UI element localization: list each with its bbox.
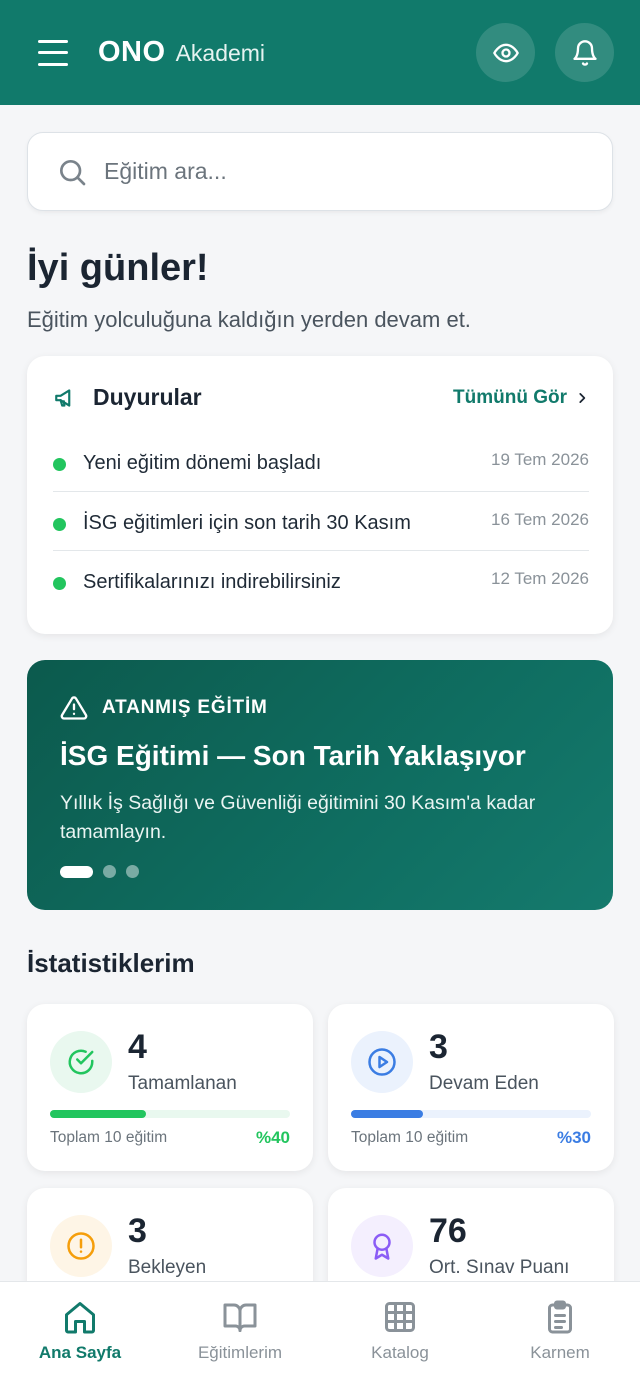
stat-icon-wrap bbox=[50, 1215, 112, 1277]
nav-label: Eğitimlerim bbox=[197, 1343, 283, 1362]
progress-bar bbox=[50, 1110, 290, 1118]
search-bar[interactable] bbox=[27, 132, 613, 211]
progress-fill bbox=[351, 1110, 423, 1118]
stat-label: Bekleyen bbox=[128, 1257, 207, 1278]
stat-icon-wrap bbox=[50, 1031, 112, 1093]
stat-icon-wrap bbox=[351, 1031, 413, 1093]
divider bbox=[53, 491, 589, 492]
announcement-date: 16 Tem 2026 bbox=[491, 510, 589, 529]
nav-label: Katalog bbox=[371, 1343, 429, 1362]
brand-logo[interactable]: ONO Akademi bbox=[98, 36, 265, 69]
nav-item-home[interactable]: Ana Sayfa bbox=[0, 1282, 160, 1385]
visibility-button[interactable] bbox=[476, 23, 535, 82]
status-dot bbox=[53, 518, 66, 531]
see-all-link[interactable]: Tümünü Gör bbox=[453, 387, 589, 409]
stat-total: Toplam 10 eğitim bbox=[50, 1129, 168, 1146]
stat-value: 4 bbox=[128, 1028, 147, 1066]
stat-label: Tamamlanan bbox=[128, 1073, 237, 1094]
clipboard-icon bbox=[548, 1300, 572, 1334]
megaphone-icon bbox=[55, 388, 71, 407]
stat-percent: %30 bbox=[556, 1128, 591, 1147]
search-input[interactable] bbox=[104, 158, 574, 185]
carousel-dot[interactable] bbox=[126, 865, 139, 878]
brand-subtitle: Akademi bbox=[175, 40, 266, 66]
search-icon bbox=[60, 159, 86, 185]
status-dot bbox=[53, 577, 66, 590]
announcement-text: İSG eğitimleri için son tarih 30 Kasım bbox=[83, 512, 411, 534]
announcement-item[interactable]: Yeni eğitim dönemi başladı 19 Tem 2026 bbox=[53, 450, 589, 509]
nav-label: Ana Sayfa bbox=[38, 1343, 122, 1362]
warning-icon bbox=[60, 696, 88, 720]
banner-title: İSG Eğitimi — Son Tarih Yaklaşıyor bbox=[60, 740, 526, 771]
progress-bar bbox=[351, 1110, 591, 1118]
banner-description: Yıllık İş Sağlığı ve Güvenliği eğitimini… bbox=[60, 792, 536, 843]
nav-item-my-trainings[interactable]: Eğitimlerim bbox=[160, 1282, 320, 1385]
carousel-dot[interactable] bbox=[103, 865, 116, 878]
carousel-indicators bbox=[60, 865, 139, 878]
announcement-date: 12 Tem 2026 bbox=[491, 569, 589, 588]
stat-label: Devam Eden bbox=[429, 1073, 539, 1094]
stat-label: Ort. Sınav Puanı bbox=[429, 1257, 570, 1278]
stat-value: 3 bbox=[128, 1212, 147, 1250]
play-circle-icon bbox=[368, 1048, 396, 1076]
chevron-right-icon bbox=[579, 392, 586, 403]
announcement-date: 19 Tem 2026 bbox=[491, 450, 589, 469]
hamburger-menu-icon[interactable] bbox=[38, 39, 68, 66]
stat-value: 3 bbox=[429, 1028, 448, 1066]
greeting-subtitle: Eğitim yolculuğuna kaldığın yerden devam… bbox=[27, 307, 471, 332]
award-icon bbox=[373, 1233, 391, 1260]
notifications-button[interactable] bbox=[555, 23, 614, 82]
announcement-text: Sertifikalarınızı indirebilirsiniz bbox=[83, 571, 341, 593]
assigned-training-banner[interactable]: ATANMIŞ EĞİTİM İSG Eğitimi — Son Tarih Y… bbox=[27, 660, 613, 910]
carousel-dot-active[interactable] bbox=[60, 865, 93, 878]
book-icon bbox=[223, 1303, 257, 1332]
alert-circle-icon bbox=[67, 1232, 95, 1260]
nav-label: Karnem bbox=[530, 1343, 590, 1362]
progress-fill bbox=[50, 1110, 146, 1118]
brand-name: ONO bbox=[98, 36, 166, 68]
stat-icon-wrap bbox=[351, 1215, 413, 1277]
stat-card-in-progress[interactable]: 3 Devam Eden Toplam 10 eğitim %30 bbox=[328, 1004, 614, 1171]
announcements-card: Duyurular Tümünü Gör Yeni eğitim dönemi … bbox=[27, 356, 613, 634]
announcement-text: Yeni eğitim dönemi başladı bbox=[83, 452, 322, 474]
check-circle-icon bbox=[68, 1049, 94, 1075]
divider bbox=[53, 550, 589, 551]
announcement-item[interactable]: İSG eğitimleri için son tarih 30 Kasım 1… bbox=[53, 510, 589, 569]
nav-item-catalog[interactable]: Katalog bbox=[320, 1282, 480, 1385]
stat-percent: %40 bbox=[255, 1128, 290, 1147]
stat-card-completed[interactable]: 4 Tamamlanan Toplam 10 eğitim %40 bbox=[27, 1004, 313, 1171]
stats-title: İstatistiklerim bbox=[27, 948, 195, 978]
stat-total: Toplam 10 eğitim bbox=[351, 1129, 469, 1146]
announcement-item[interactable]: Sertifikalarınızı indirebilirsiniz 12 Te… bbox=[53, 569, 589, 628]
nav-item-report-card[interactable]: Karnem bbox=[480, 1282, 640, 1385]
bell-icon bbox=[572, 39, 597, 66]
eye-icon bbox=[492, 43, 519, 62]
stat-value: 76 bbox=[429, 1212, 467, 1250]
bottom-navigation: Ana Sayfa Eğitimlerim Katalog Karnem bbox=[0, 1281, 640, 1385]
app-header: ONO Akademi bbox=[0, 0, 640, 105]
greeting-title: İyi günler! bbox=[27, 247, 209, 289]
status-dot bbox=[53, 458, 66, 471]
grid-icon bbox=[385, 1302, 415, 1332]
see-all-label: Tümünü Gör bbox=[453, 386, 567, 408]
announcements-title: Duyurular bbox=[93, 384, 202, 410]
home-icon bbox=[65, 1302, 95, 1334]
banner-tag: ATANMIŞ EĞİTİM bbox=[102, 697, 268, 718]
